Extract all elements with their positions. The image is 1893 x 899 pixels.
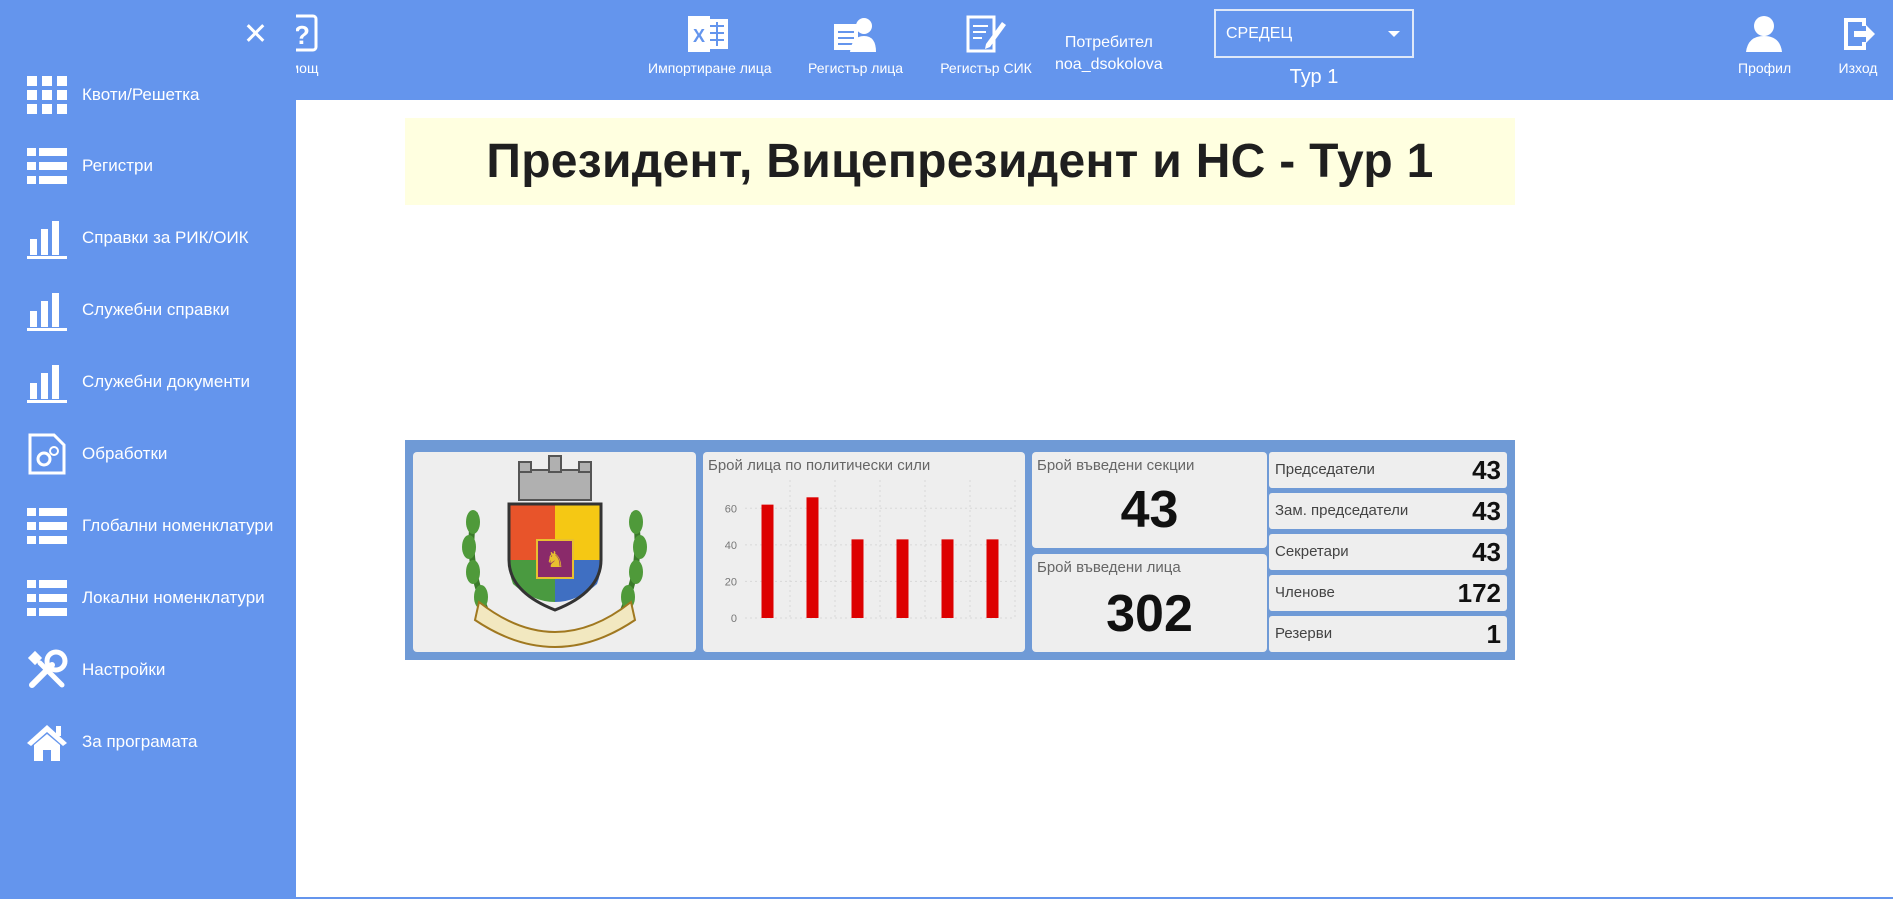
register-sik-label: Регистър СИК <box>940 60 1032 76</box>
sidebar-item-label: Обработки <box>82 444 168 463</box>
stat-value: 43 <box>1472 537 1501 567</box>
sidebar-item-service-documents[interactable]: Служебни документи <box>0 352 296 412</box>
stat-label: Резерви <box>1275 625 1333 642</box>
stat-secretaries: Секретари 43 <box>1269 534 1507 570</box>
stat-reserves: Резерви 1 <box>1269 616 1507 652</box>
sidebar-item-label: Квоти/Решетка <box>82 85 200 104</box>
dashboard-panel: ♞ Брой лица по политически сили 0 20 40 60 … <box>405 440 1515 660</box>
region-selected-value: СРЕДЕЦ <box>1226 24 1293 42</box>
stat-value: 43 <box>1472 496 1501 526</box>
persons-title: Брой въведени лица <box>1037 559 1181 576</box>
tools-icon <box>27 649 68 688</box>
username: noa_dsokolova <box>1055 56 1163 73</box>
person-card-icon <box>834 18 876 52</box>
profile-button[interactable]: Профил <box>1738 14 1792 76</box>
register-persons-button[interactable]: Регистър лица <box>808 14 904 76</box>
sidebar-item-settings[interactable]: Настройки <box>0 640 296 700</box>
list-icon <box>27 580 67 616</box>
bar-chart-icon <box>27 365 67 403</box>
chart-bar <box>896 539 909 618</box>
user-caption: Потребител <box>1064 34 1153 51</box>
bar-chart-icon <box>27 221 67 259</box>
register-sik-button[interactable]: Регистър СИК <box>940 14 1032 76</box>
logout-label: Изход <box>1838 60 1878 76</box>
sections-count-card: Брой въведени секции 43 <box>1032 452 1267 548</box>
sections-title: Брой въведени секции <box>1037 457 1195 474</box>
svg-text:?: ? <box>294 20 310 50</box>
chart-bar <box>806 497 819 618</box>
svg-text:X: X <box>693 26 705 46</box>
stat-deputy-chairmen: Зам. председатели 43 <box>1269 493 1507 529</box>
sidebar-item-about[interactable]: За програмата <box>0 712 296 772</box>
stat-chairmen: Председатели 43 <box>1269 452 1507 488</box>
sidebar-item-service-reports[interactable]: Служебни справки <box>0 280 296 340</box>
chart-bar <box>986 539 999 618</box>
y-tick-label: 60 <box>725 503 737 515</box>
sidebar-item-global-nomenclatures[interactable]: Глобални номенклатури <box>0 496 296 556</box>
persons-value: 302 <box>1106 585 1193 643</box>
grid-icon <box>27 76 67 114</box>
region-select[interactable]: СРЕДЕЦ <box>1214 9 1414 58</box>
sidebar-item-label: Регистри <box>82 156 153 175</box>
import-persons-button[interactable]: X Импортиране лица <box>648 14 772 76</box>
y-tick-label: 20 <box>725 576 737 588</box>
home-icon <box>27 725 67 761</box>
chart-bar <box>941 539 954 618</box>
sidebar-item-label: Служебни документи <box>82 372 250 391</box>
document-edit-icon <box>966 15 1006 53</box>
register-persons-label: Регистър лица <box>808 60 904 76</box>
page-title: Президент, Вицепрезидент и НС - Тур 1 <box>486 135 1434 188</box>
svg-text:♞: ♞ <box>545 548 565 573</box>
sidebar-item-quotas[interactable]: Квоти/Решетка <box>0 65 296 125</box>
coat-of-arms-card: ♞ <box>413 452 696 652</box>
stat-label: Секретари <box>1275 543 1349 560</box>
bar-chart: 0 20 40 60 <box>725 480 1016 625</box>
stat-value: 1 <box>1486 619 1501 649</box>
sidebar-item-label: Глобални номенклатури <box>82 516 274 535</box>
import-persons-label: Импортиране лица <box>648 60 772 76</box>
list-icon <box>27 148 67 184</box>
user-info: Потребител noa_dsokolova <box>1055 32 1163 76</box>
chart-bar <box>851 539 864 618</box>
chart-title: Брой лица по политически сили <box>708 457 931 474</box>
logout-icon <box>1844 18 1875 50</box>
excel-icon: X <box>688 16 728 52</box>
page-title-banner: Президент, Вицепрезидент и НС - Тур 1 <box>405 118 1515 205</box>
sidebar-item-label: Справки за РИК/ОИК <box>82 228 249 247</box>
bar-chart-icon <box>27 293 67 331</box>
sidebar-item-local-nomenclatures[interactable]: Локални номенклатури <box>0 568 296 628</box>
stat-label: Членове <box>1275 584 1335 601</box>
y-tick-label: 0 <box>731 613 737 625</box>
y-tick-label: 40 <box>725 540 737 552</box>
document-gear-icon <box>28 433 66 475</box>
user-icon <box>1746 16 1782 52</box>
sidebar-item-label: Настройки <box>82 660 166 679</box>
stat-value: 172 <box>1457 578 1501 608</box>
coat-of-arms-logo: ♞ <box>462 455 647 648</box>
sidebar-item-label: Локални номенклатури <box>82 588 265 607</box>
sidebar-item-registers[interactable]: Регистри <box>0 136 296 196</box>
chart-bar <box>761 504 774 618</box>
sidebar-item-processing[interactable]: Обработки <box>0 424 296 484</box>
sidebar-item-rik-reports[interactable]: Справки за РИК/ОИК <box>0 208 296 268</box>
stat-label: Зам. председатели <box>1275 502 1409 519</box>
chevron-down-icon <box>1388 31 1400 37</box>
close-icon[interactable] <box>242 20 268 46</box>
profile-label: Профил <box>1738 60 1792 76</box>
logout-button[interactable]: Изход <box>1836 14 1880 76</box>
stat-members: Членове 172 <box>1269 575 1507 611</box>
stat-value: 43 <box>1472 455 1501 485</box>
round-label: Тур 1 <box>1289 66 1339 88</box>
persons-count-card: Брой въведени лица 302 <box>1032 554 1267 652</box>
stat-label: Председатели <box>1275 461 1375 478</box>
list-icon <box>27 508 67 544</box>
sections-value: 43 <box>1120 481 1179 539</box>
political-forces-chart-card: Брой лица по политически сили 0 20 40 60 <box>703 452 1025 652</box>
sidebar: Квоти/Решетка Регистри Справки за РИК/ОИ… <box>0 0 296 899</box>
sidebar-item-label: За програмата <box>82 732 198 751</box>
sidebar-item-label: Служебни справки <box>82 300 230 319</box>
